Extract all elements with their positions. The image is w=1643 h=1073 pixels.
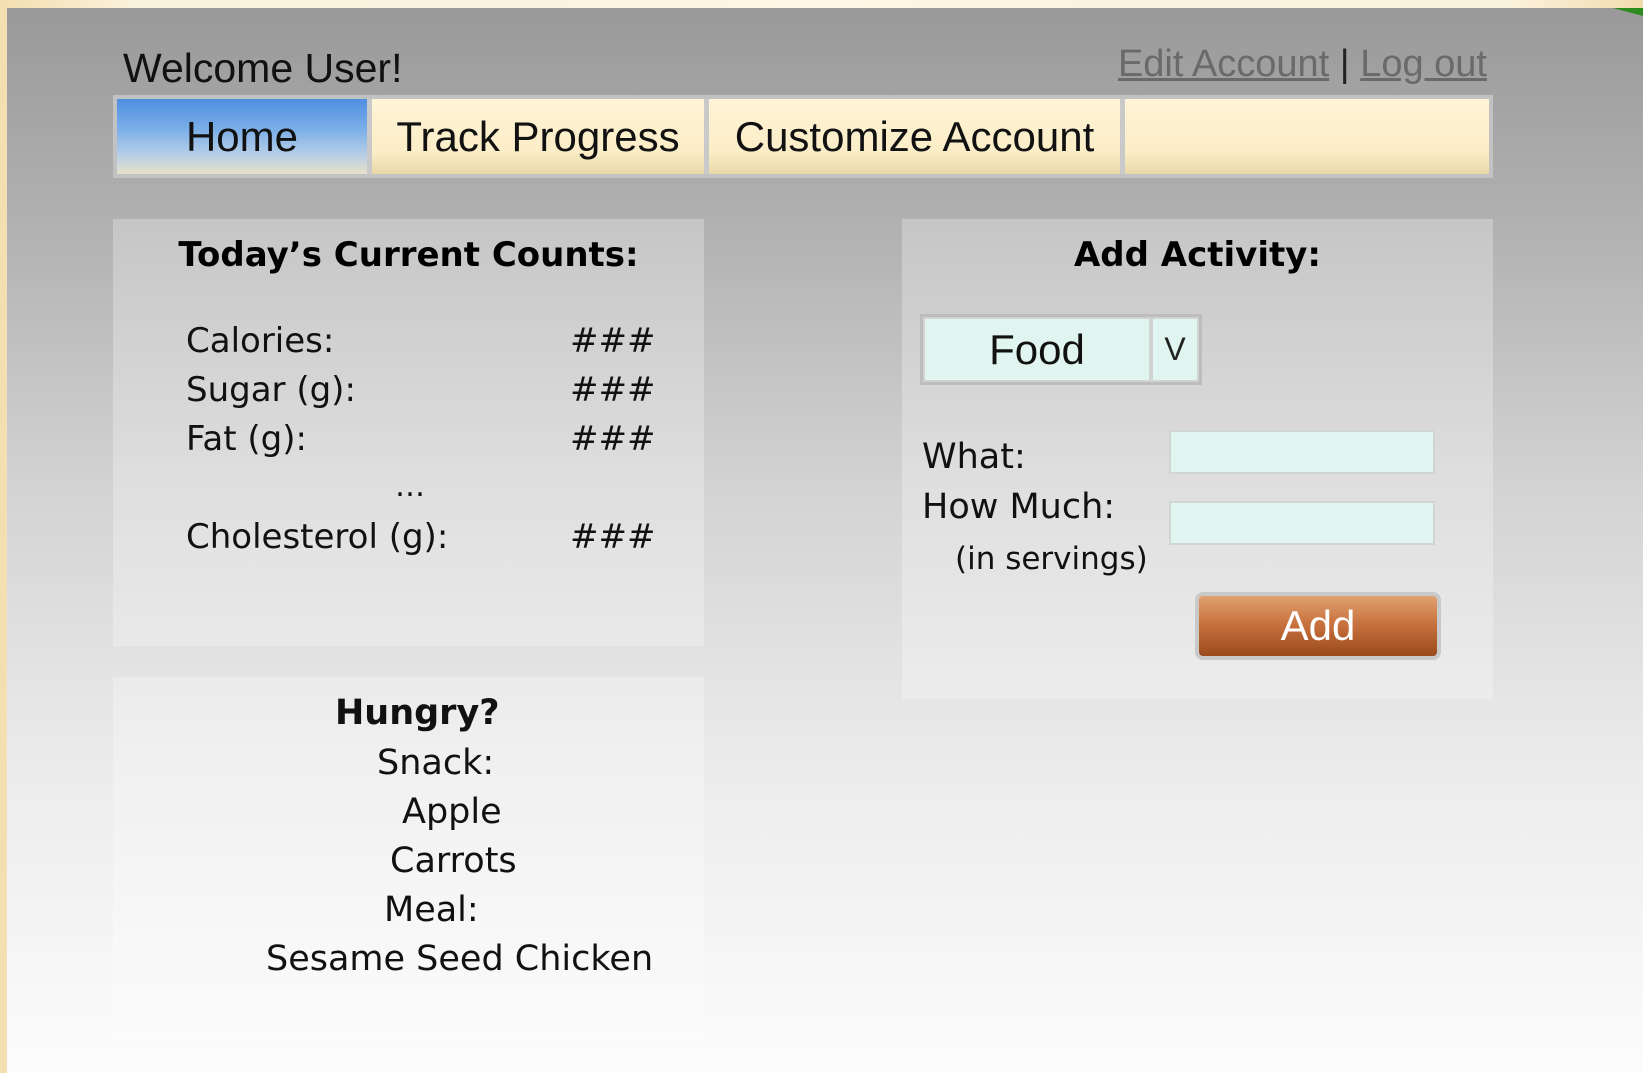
count-value: ### — [570, 419, 656, 459]
tab-home[interactable]: Home — [117, 99, 367, 174]
meal-label: Meal: — [384, 890, 479, 930]
count-label: Calories: — [186, 321, 335, 361]
current-counts-panel: Today’s Current Counts: Calories: ### Su… — [113, 219, 704, 646]
add-button[interactable]: Add — [1195, 592, 1441, 660]
count-label: Sugar (g): — [186, 370, 356, 410]
dropdown-arrow-icon[interactable]: V — [1153, 319, 1197, 380]
add-activity-title: Add Activity: — [1073, 235, 1322, 275]
corner-mark-icon — [1613, 8, 1643, 16]
log-out-link[interactable]: Log out — [1360, 43, 1487, 85]
count-value: ### — [570, 370, 656, 410]
servings-note: (in servings) — [955, 541, 1148, 577]
how-much-input[interactable] — [1169, 501, 1435, 545]
account-links: Edit Account | Log out — [1118, 42, 1487, 86]
hungry-panel: Hungry? Snack: Apple Carrots Meal: Sesam… — [113, 677, 704, 1039]
welcome-message: Welcome User! — [123, 45, 403, 91]
tab-empty — [1125, 99, 1489, 174]
count-label: Cholesterol (g): — [186, 517, 449, 557]
snack-item: Apple — [402, 792, 502, 832]
hungry-title: Hungry? — [335, 693, 500, 733]
how-much-label: How Much: — [922, 487, 1116, 527]
count-value: ### — [570, 321, 656, 361]
app-frame: Welcome User! Edit Account | Log out Hom… — [7, 8, 1643, 1073]
tab-customize-account[interactable]: Customize Account — [709, 99, 1120, 174]
snack-item: Carrots — [390, 841, 517, 881]
count-value: ### — [570, 517, 656, 557]
counts-ellipsis: … — [395, 469, 425, 504]
edit-account-link[interactable]: Edit Account — [1118, 43, 1329, 85]
what-label: What: — [922, 437, 1026, 477]
add-activity-panel: Add Activity: Food V What: How Much: (in… — [902, 219, 1493, 699]
what-input[interactable] — [1169, 430, 1435, 474]
tab-track-progress[interactable]: Track Progress — [372, 99, 704, 174]
current-counts-title: Today’s Current Counts: — [178, 235, 639, 275]
account-links-separator: | — [1339, 43, 1350, 85]
count-label: Fat (g): — [186, 419, 307, 459]
activity-type-value[interactable]: Food — [925, 319, 1149, 380]
main-nav: Home Track Progress Customize Account — [113, 95, 1493, 178]
snack-label: Snack: — [377, 743, 495, 783]
activity-type-select[interactable]: Food V — [920, 314, 1202, 385]
meal-item: Sesame Seed Chicken — [266, 939, 654, 979]
